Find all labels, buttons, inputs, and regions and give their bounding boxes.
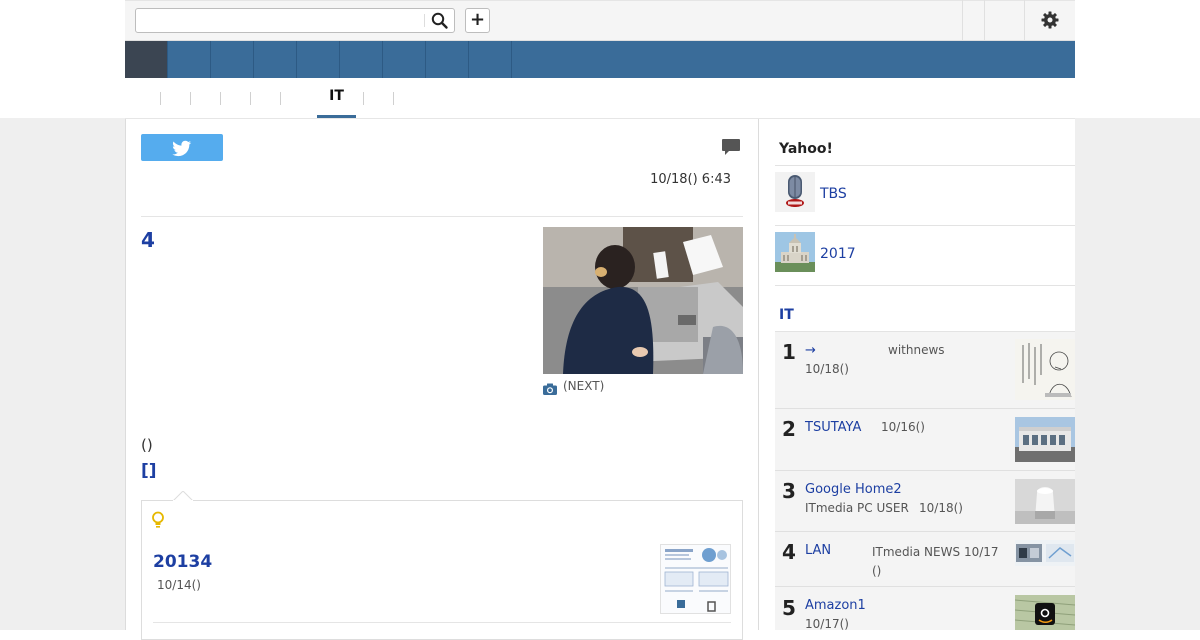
divider (775, 165, 1075, 166)
rank-number: 2 (782, 417, 796, 441)
toolbar-divider (984, 0, 985, 40)
nav-tab[interactable] (426, 41, 469, 78)
tweet-button[interactable] (141, 134, 223, 161)
toolbar-divider (1024, 0, 1025, 40)
rank-title[interactable]: Google Home2 (805, 482, 902, 497)
rank-source: ITmedia PC USER (805, 501, 909, 515)
diet-building-icon (775, 232, 815, 272)
sidebar-item-link[interactable]: TBS (820, 186, 847, 202)
document-thumbnail (661, 545, 730, 613)
amazon-logo-thumbnail (1015, 595, 1075, 630)
manga-sketch-thumbnail (1015, 339, 1075, 400)
sub-tab-it[interactable]: IT (317, 88, 356, 118)
rank-thumbnail[interactable] (1015, 595, 1075, 630)
nav-tab[interactable] (340, 41, 383, 78)
rank-number: 1 (782, 340, 796, 364)
divider (141, 216, 743, 217)
network-equipment-thumbnail (1015, 540, 1075, 566)
rank-number: 3 (782, 479, 796, 503)
search-divider (424, 14, 425, 27)
search-icon (431, 12, 448, 29)
page-gutter-left (0, 118, 125, 630)
nav-tab[interactable] (383, 41, 426, 78)
rank-source: ITmedia NEWS (872, 545, 961, 559)
sub-tab-separator (363, 92, 364, 105)
divider (153, 622, 731, 623)
nav-tab[interactable] (469, 41, 512, 78)
article-body-text: () (141, 436, 153, 454)
sub-tab-separator (280, 92, 281, 105)
nav-tab[interactable] (168, 41, 211, 78)
rank-source-and-date: ITmedia NEWS 10/17() (872, 543, 1000, 581)
divider (775, 408, 1075, 409)
nav-tab-home[interactable] (125, 41, 168, 78)
divider (775, 285, 1075, 286)
article-title[interactable]: 4 (141, 228, 155, 252)
microphone-news-icon (775, 172, 815, 212)
related-article-date: 10/14() (157, 578, 201, 592)
article-photo[interactable] (543, 227, 743, 374)
ranking-heading: IT (779, 307, 794, 323)
sub-category-nav: IT (125, 78, 1075, 118)
nav-tab[interactable] (297, 41, 340, 78)
rank-thumbnail[interactable] (1015, 479, 1075, 524)
sub-tab-separator (393, 92, 394, 105)
rank-number: 4 (782, 540, 796, 564)
toolbar-divider (962, 0, 963, 40)
sidebar-item-link[interactable]: 2017 (820, 246, 856, 262)
rank-date: 10/18() (805, 362, 849, 376)
sub-tab-separator (250, 92, 251, 105)
rank-title[interactable]: LAN (805, 543, 831, 558)
voting-scene-photo (543, 227, 743, 374)
rank-thumbnail[interactable] (1015, 540, 1075, 566)
sidebar-item-thumbnail[interactable] (775, 172, 815, 212)
article-date: 10/18() 6:43 (650, 172, 731, 187)
photo-caption: (NEXT) (563, 379, 605, 393)
rank-thumbnail[interactable] (1015, 339, 1075, 400)
sidebar-heading: Yahoo! (779, 141, 833, 157)
divider (775, 531, 1075, 532)
search-box (135, 8, 455, 33)
sidebar-item-thumbnail[interactable] (775, 232, 815, 272)
smart-speaker-thumbnail (1015, 479, 1075, 524)
rank-date: 10/16() (881, 420, 925, 434)
page-gutter-right (1075, 118, 1200, 630)
related-article-title[interactable]: 20134 (153, 552, 212, 572)
settings-button[interactable] (1040, 10, 1060, 30)
twitter-bird-icon (172, 140, 192, 157)
divider (775, 225, 1075, 226)
nav-tab[interactable] (254, 41, 297, 78)
comment-icon (722, 139, 740, 155)
search-input[interactable] (136, 9, 422, 32)
sub-tab-separator (220, 92, 221, 105)
comment-button[interactable] (721, 138, 741, 156)
gear-icon (1041, 11, 1059, 29)
article-link[interactable]: [] (141, 461, 157, 481)
rank-source: withnews (888, 343, 945, 357)
rank-date: 10/18() (919, 501, 963, 515)
rank-title[interactable]: → (805, 343, 816, 358)
divider (775, 586, 1075, 587)
rank-number: 5 (782, 596, 796, 620)
sub-tab-separator (190, 92, 191, 105)
building-thumbnail (1015, 417, 1075, 462)
related-article-thumbnail[interactable] (660, 544, 731, 614)
add-button[interactable]: + (465, 8, 490, 33)
nav-tab[interactable] (211, 41, 254, 78)
sub-tab-separator (160, 92, 161, 105)
rank-thumbnail[interactable] (1015, 417, 1075, 462)
lightbulb-icon (151, 511, 165, 529)
related-articles-box (141, 500, 743, 640)
category-nav (125, 41, 1075, 78)
rank-date: 10/17() (805, 617, 849, 631)
divider (775, 470, 1075, 471)
camera-icon (543, 380, 557, 395)
rank-title[interactable]: Amazon1 (805, 598, 866, 613)
rank-title[interactable]: TSUTAYA (805, 420, 861, 435)
search-button[interactable] (428, 11, 452, 30)
